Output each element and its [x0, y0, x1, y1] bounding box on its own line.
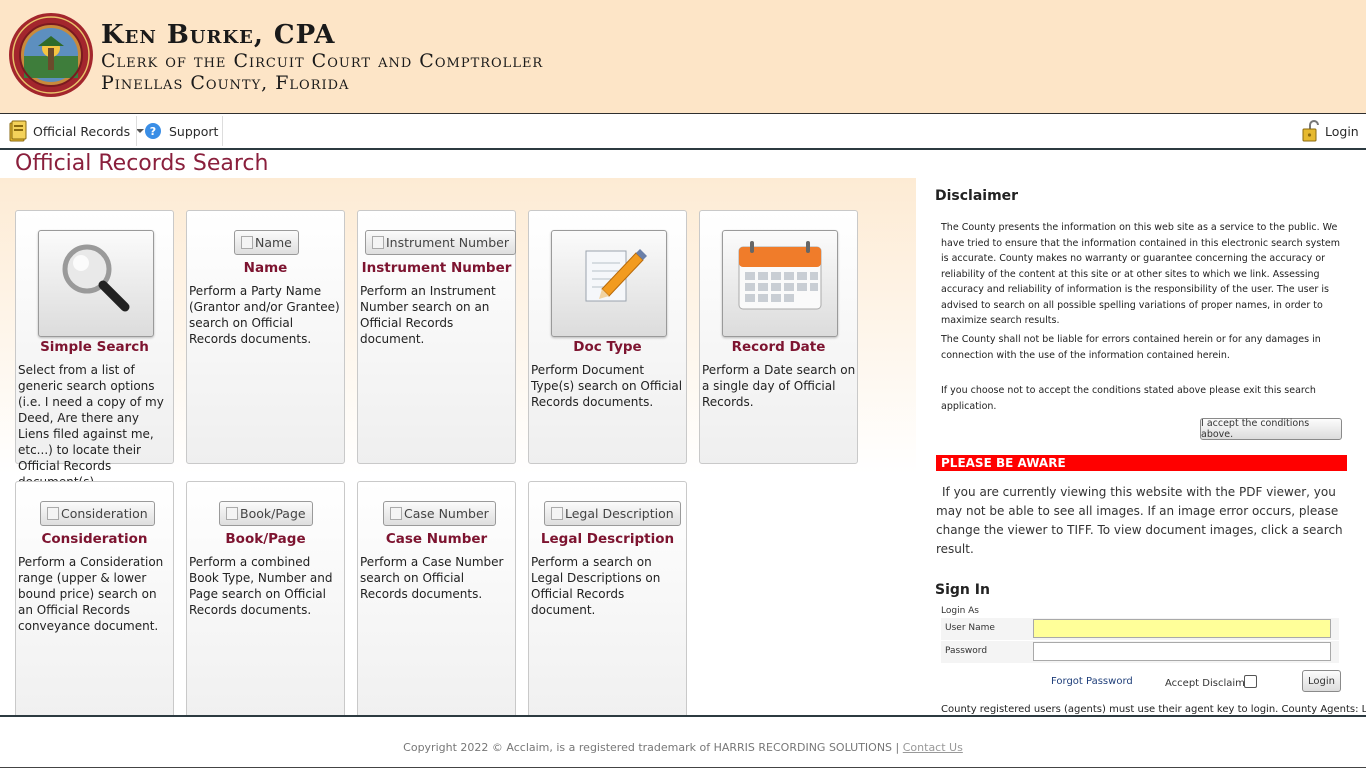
svg-text:?: ? — [150, 125, 156, 138]
document-pencil-icon — [585, 249, 647, 302]
accept-disclaimer-checkbox[interactable] — [1244, 675, 1257, 688]
card-description: Perform a Consideration range (upper & l… — [18, 555, 164, 633]
clerk-name: Ken Burke, CPA — [101, 20, 336, 50]
agents-note: County registered users (agents) must us… — [941, 704, 1366, 715]
record-date-card[interactable]: Record Date Perform a Date search on a s… — [699, 210, 858, 464]
broken-image-icon — [226, 507, 238, 520]
aware-banner: PLEASE BE AWARE — [936, 455, 1347, 471]
card-title: Consideration — [41, 531, 148, 547]
instrument-number-button[interactable]: Instrument Number — [365, 230, 516, 255]
doc-type-button[interactable] — [551, 230, 667, 337]
record-date-button[interactable] — [722, 230, 838, 337]
legal-description-card[interactable]: Legal Description Legal Description Perf… — [528, 481, 687, 716]
signin-heading: Sign In — [935, 582, 990, 598]
card-description: Select from a list of generic search opt… — [18, 363, 164, 489]
password-row: Password — [941, 641, 1339, 663]
card-title: Instrument Number — [361, 260, 512, 276]
username-row: User Name — [941, 618, 1339, 640]
instrument-number-card[interactable]: Instrument Number Instrument Number Perf… — [357, 210, 516, 464]
calendar-icon — [738, 241, 822, 310]
copyright: Copyright 2022 © Acclaim, is a registere… — [0, 741, 1366, 754]
login-as-label: Login As — [941, 606, 979, 616]
nav-bar: Official Records ? Support Login — [0, 114, 1366, 150]
card-description: Perform a Date search on a single day of… — [702, 363, 856, 409]
card-description: Perform Document Type(s) search on Offic… — [531, 363, 683, 409]
simple-search-button[interactable] — [38, 230, 154, 337]
page-title: Official Records Search — [15, 151, 269, 176]
password-label: Password — [945, 646, 988, 656]
accept-conditions-button[interactable]: I accept the conditions above. — [1200, 418, 1342, 440]
disclaimer-panel: Disclaimer The County presents the infor… — [916, 178, 1366, 716]
book-page-card[interactable]: Book/Page Book/Page Perform a combined B… — [186, 481, 345, 716]
broken-image-icon — [241, 236, 253, 249]
nav-login[interactable]: Login — [1302, 114, 1359, 148]
site-header: Ken Burke, CPA Clerk of the Circuit Cour… — [0, 0, 1366, 114]
broken-image-icon — [551, 507, 563, 520]
disclaimer-paragraph: The County presents the information on t… — [941, 222, 1341, 326]
card-title: Record Date — [731, 339, 826, 355]
disclaimer-paragraph: If you choose not to accept the conditio… — [941, 385, 1316, 412]
forgot-password-link[interactable]: Forgot Password — [1051, 676, 1133, 687]
lock-icon — [1302, 120, 1319, 142]
password-input[interactable] — [1033, 642, 1331, 661]
nav-divider — [222, 116, 223, 146]
broken-image-icon — [372, 236, 384, 249]
doc-type-card[interactable]: Doc Type Perform Document Type(s) search… — [528, 210, 687, 464]
broken-image-icon — [47, 507, 59, 520]
case-number-card[interactable]: Case Number Case Number Perform a Case N… — [357, 481, 516, 716]
card-description: Perform a Case Number search on Official… — [360, 555, 504, 601]
username-input[interactable] — [1033, 619, 1331, 638]
card-title: Book/Page — [225, 531, 306, 547]
legal-description-button[interactable]: Legal Description — [544, 501, 681, 526]
card-description: Perform a Party Name (Grantor and/or Gra… — [189, 284, 340, 346]
search-options-panel: Simple Search Select from a list of gene… — [0, 178, 916, 716]
name-search-button[interactable]: Name — [234, 230, 299, 255]
nav-support-label: Support — [169, 123, 219, 139]
card-title: Case Number — [385, 531, 488, 547]
magnifier-icon — [62, 244, 130, 312]
nav-divider — [136, 116, 137, 146]
card-title: Simple Search — [40, 339, 149, 355]
card-description: Perform an Instrument Number search on a… — [360, 284, 496, 346]
disclaimer-heading: Disclaimer — [935, 188, 1019, 204]
simple-search-card[interactable]: Simple Search Select from a list of gene… — [15, 210, 174, 489]
nav-official-records-label: Official Records — [33, 123, 131, 139]
nav-support[interactable]: ? Support — [144, 114, 218, 148]
accept-disclaimer-label: Accept Disclaimer — [1165, 678, 1256, 689]
contact-us-link[interactable]: Contact Us — [903, 741, 963, 754]
consideration-button[interactable]: Consideration — [40, 501, 155, 526]
name-search-card[interactable]: Name Name Perform a Party Name (Grantor … — [186, 210, 345, 464]
disclaimer-paragraph: The County shall not be liable for error… — [941, 334, 1321, 361]
clerk-office: Clerk of the Circuit Court and Comptroll… — [101, 50, 544, 72]
footer: Copyright 2022 © Acclaim, is a registere… — [0, 717, 1366, 768]
aware-text: If you are currently viewing this websit… — [936, 485, 1343, 556]
card-title: Doc Type — [573, 339, 642, 355]
card-description: Perform a combined Book Type, Number and… — [189, 555, 333, 617]
book-page-button[interactable]: Book/Page — [219, 501, 313, 526]
login-button[interactable]: Login — [1302, 670, 1341, 692]
nav-official-records[interactable]: Official Records — [8, 114, 145, 148]
broken-image-icon — [390, 507, 402, 520]
copyright-text: Copyright 2022 © Acclaim, is a registere… — [403, 741, 903, 754]
username-label: User Name — [945, 623, 995, 633]
consideration-card[interactable]: Consideration Consideration Perform a Co… — [15, 481, 174, 716]
county-name: Pinellas County, Florida — [101, 72, 350, 94]
nav-login-label: Login — [1325, 123, 1359, 139]
help-icon: ? — [145, 123, 161, 139]
county-seal-icon — [9, 13, 93, 97]
records-folder-icon — [9, 120, 27, 142]
card-description: Perform a search on Legal Descriptions o… — [531, 555, 661, 617]
card-title: Name — [243, 260, 288, 276]
card-title: Legal Description — [540, 531, 675, 547]
case-number-button[interactable]: Case Number — [383, 501, 496, 526]
